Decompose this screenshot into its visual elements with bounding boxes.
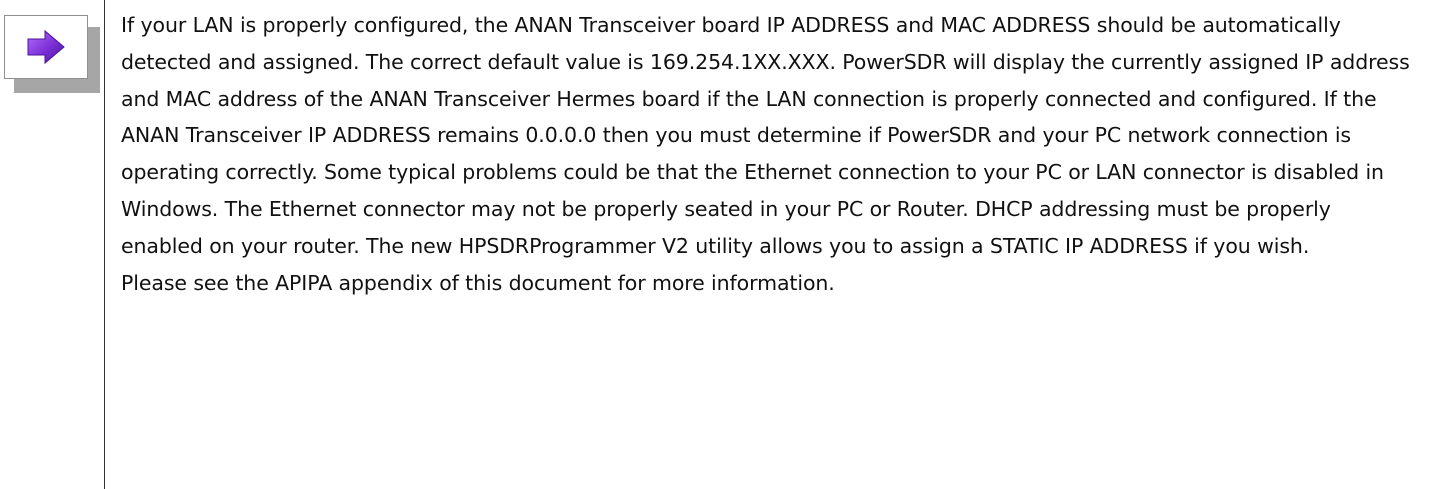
note-icon-box xyxy=(4,15,88,79)
note-text: If your LAN is properly configured, the … xyxy=(121,7,1411,301)
note-icon-container xyxy=(4,15,104,95)
note-divider xyxy=(104,0,105,489)
note-paragraph-2: Please see the APIPA appendix of this do… xyxy=(121,270,835,295)
right-arrow-icon xyxy=(27,29,65,65)
note-paragraph-1: If your LAN is properly configured, the … xyxy=(121,13,1410,258)
